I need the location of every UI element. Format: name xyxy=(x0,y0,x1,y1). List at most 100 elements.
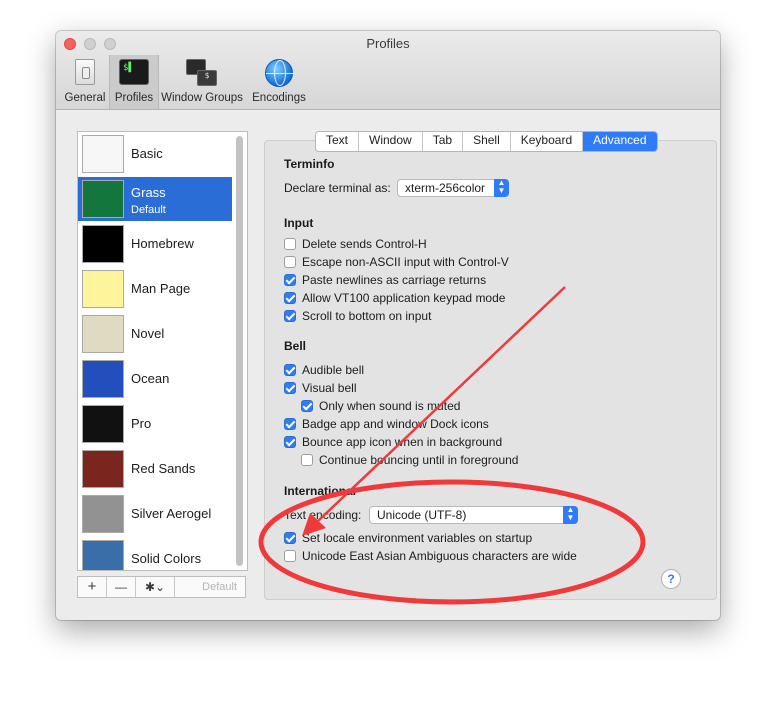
checkbox-bounce-app-icon[interactable]: Bounce app icon when in background xyxy=(284,434,502,450)
profiles-list[interactable]: Basic Grass Default Homebrew Man Page No… xyxy=(77,131,248,571)
checkbox-continue-bouncing[interactable]: Continue bouncing until in foreground xyxy=(301,452,518,468)
profile-item-ocean[interactable]: Ocean xyxy=(78,357,232,401)
toolbar-encodings[interactable]: Encodings xyxy=(249,55,309,109)
toolbar-general[interactable]: General xyxy=(61,55,109,109)
profiles-window: Profiles General $▌ Profiles $ Window Gr… xyxy=(56,31,720,620)
checkbox[interactable] xyxy=(284,436,296,448)
profile-name: Grass xyxy=(131,185,166,200)
profile-item-basic[interactable]: Basic xyxy=(78,132,232,176)
profile-thumbnail xyxy=(82,360,124,398)
profile-item-homebrew[interactable]: Homebrew xyxy=(78,222,232,266)
add-profile-button[interactable]: + xyxy=(78,577,107,597)
checkbox-delete-sends-control-h[interactable]: Delete sends Control-H xyxy=(284,236,427,252)
toolbar-window-groups[interactable]: $ Window Groups xyxy=(159,55,245,109)
profile-thumbnail xyxy=(82,270,124,308)
checkbox[interactable] xyxy=(284,292,296,304)
tab-shell[interactable]: Shell xyxy=(463,132,511,151)
tab-text[interactable]: Text xyxy=(316,132,360,151)
toolbar-profiles-label: Profiles xyxy=(114,92,154,104)
profile-item-novel[interactable]: Novel xyxy=(78,312,232,356)
checkbox-east-asian-wide[interactable]: Unicode East Asian Ambiguous characters … xyxy=(284,548,577,564)
default-button[interactable]: Default xyxy=(202,581,237,593)
checkbox-visual-bell[interactable]: Visual bell xyxy=(284,380,356,396)
profiles-list-toolbar: + — ✱⌄ Default xyxy=(77,576,246,598)
profile-name: Solid Colors xyxy=(131,551,202,566)
stepper-icon: ▲ ▼ xyxy=(494,179,509,197)
checkbox[interactable] xyxy=(284,550,296,562)
declare-terminal-select[interactable]: xterm-256color ▲ ▼ xyxy=(397,179,509,197)
checkbox-label: Badge app and window Dock icons xyxy=(302,417,489,431)
checkbox-label: Bounce app icon when in background xyxy=(302,435,503,449)
toolbar-encodings-label: Encodings xyxy=(252,92,306,104)
checkbox[interactable] xyxy=(301,400,313,412)
checkbox-escape-non-ascii[interactable]: Escape non-ASCII input with Control-V xyxy=(284,254,509,270)
profile-item-silver-aerogel[interactable]: Silver Aerogel xyxy=(78,492,232,536)
checkbox-label: Escape non-ASCII input with Control-V xyxy=(302,255,509,269)
profile-name: Pro xyxy=(131,416,152,431)
window-title: Profiles xyxy=(366,36,410,51)
profile-item-pro[interactable]: Pro xyxy=(78,402,232,446)
checkbox-label: Set locale environment variables on star… xyxy=(302,531,533,545)
window-back: $ xyxy=(197,70,217,86)
checkbox[interactable] xyxy=(284,382,296,394)
checkbox-set-locale-env[interactable]: Set locale environment variables on star… xyxy=(284,530,532,546)
tab-tab[interactable]: Tab xyxy=(423,132,464,151)
globe-icon xyxy=(265,59,294,87)
profile-thumbnail xyxy=(82,405,124,443)
checkbox-vt100-keypad[interactable]: Allow VT100 application keypad mode xyxy=(284,290,505,306)
gear-menu-button[interactable]: ✱⌄ xyxy=(136,577,175,597)
chevron-down-icon: ⌄ xyxy=(155,580,166,594)
checkbox-scroll-to-bottom[interactable]: Scroll to bottom on input xyxy=(284,308,431,324)
tab-advanced[interactable]: Advanced xyxy=(583,132,657,151)
toolbar-window-groups-label: Window Groups xyxy=(161,92,243,104)
profile-thumbnail xyxy=(82,225,124,263)
checkbox[interactable] xyxy=(284,364,296,376)
profile-item-red-sands[interactable]: Red Sands xyxy=(78,447,232,491)
checkbox-audible-bell[interactable]: Audible bell xyxy=(284,362,364,378)
text-encoding-label: Text encoding: xyxy=(284,508,362,522)
profile-item-grass[interactable]: Grass Default xyxy=(78,177,232,221)
input-heading: Input xyxy=(284,216,314,230)
checkbox[interactable] xyxy=(284,532,296,544)
tab-window[interactable]: Window xyxy=(359,132,423,151)
international-heading: International xyxy=(284,484,357,498)
default-profile-label: Default xyxy=(131,204,166,216)
profile-name: Silver Aerogel xyxy=(131,506,212,521)
checkbox[interactable] xyxy=(284,256,296,268)
tab-keyboard[interactable]: Keyboard xyxy=(511,132,584,151)
profile-name: Red Sands xyxy=(131,461,196,476)
checkbox[interactable] xyxy=(284,274,296,286)
checkbox-only-when-muted[interactable]: Only when sound is muted xyxy=(301,398,460,414)
checkbox-badge-dock-icons[interactable]: Badge app and window Dock icons xyxy=(284,416,489,432)
checkbox[interactable] xyxy=(284,418,296,430)
checkbox-label: Allow VT100 application keypad mode xyxy=(302,291,506,305)
checkbox[interactable] xyxy=(301,454,313,466)
profile-thumbnail xyxy=(82,495,124,533)
profile-item-man-page[interactable]: Man Page xyxy=(78,267,232,311)
profile-name: Ocean xyxy=(131,371,170,386)
checkbox-label: Unicode East Asian Ambiguous characters … xyxy=(302,549,577,563)
checkbox[interactable] xyxy=(284,238,296,250)
text-encoding-select[interactable]: Unicode (UTF-8) ▲ ▼ xyxy=(369,506,578,524)
profile-item-solid-colors[interactable]: Solid Colors xyxy=(78,537,232,570)
window-groups-icon: $ xyxy=(186,59,218,87)
checkbox-label: Scroll to bottom on input xyxy=(302,309,432,323)
checkbox-label: Visual bell xyxy=(302,381,357,395)
toolbar-profiles[interactable]: $▌ Profiles xyxy=(109,55,159,109)
profile-name: Novel xyxy=(131,326,165,341)
profile-thumbnail xyxy=(82,540,124,570)
help-button[interactable]: ? xyxy=(661,569,681,589)
profile-name: Basic xyxy=(131,146,163,161)
checkbox-label: Continue bouncing until in foreground xyxy=(319,453,519,467)
profile-name: Man Page xyxy=(131,281,191,296)
profiles-scrollbar[interactable] xyxy=(236,136,243,566)
remove-profile-button[interactable]: — xyxy=(107,577,136,597)
titlebar: Profiles General $▌ Profiles $ Window Gr… xyxy=(56,31,720,110)
checkbox-label: Delete sends Control-H xyxy=(302,237,427,251)
checkbox[interactable] xyxy=(284,310,296,322)
checkbox-paste-newlines[interactable]: Paste newlines as carriage returns xyxy=(284,272,486,288)
text-encoding-value: Unicode (UTF-8) xyxy=(377,508,467,522)
terminal-prompt: $▌ xyxy=(123,63,134,73)
profile-thumbnail xyxy=(82,450,124,488)
toolbar-general-label: General xyxy=(64,92,106,104)
